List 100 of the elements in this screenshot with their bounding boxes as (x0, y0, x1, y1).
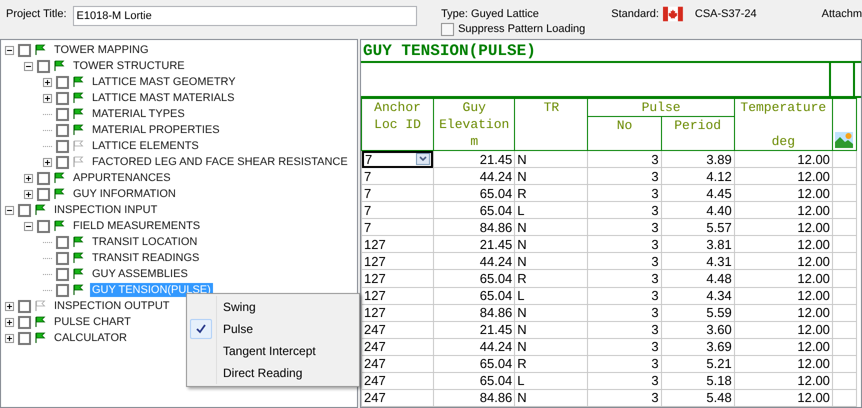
table-cell: 21.45 (434, 150, 515, 168)
tree-item[interactable]: INSPECTION INPUT (52, 203, 160, 217)
tree-checkbox[interactable] (56, 76, 69, 88)
tree-item[interactable]: INSPECTION OUTPUT (52, 299, 172, 313)
expand-icon[interactable] (43, 158, 52, 166)
tree-item[interactable]: LATTICE MAST GEOMETRY (90, 75, 238, 89)
table-cell: 3 (588, 252, 662, 270)
table-cell: 84.86 (434, 389, 515, 406)
tree-item[interactable]: MATERIAL TYPES (90, 107, 187, 121)
image-icon[interactable] (835, 132, 854, 148)
flag-icon (35, 44, 46, 56)
table-cell: 12.00 (734, 355, 832, 372)
table-cell: 5.57 (661, 218, 734, 236)
expand-icon[interactable] (24, 190, 33, 198)
expand-icon[interactable] (43, 78, 52, 86)
tree-item[interactable]: TOWER STRUCTURE (71, 59, 187, 73)
flag-icon (54, 60, 65, 72)
table-cell: 7 (362, 168, 434, 185)
tree-item[interactable]: TRANSIT LOCATION (90, 235, 200, 249)
table-cell: R (514, 355, 588, 372)
expand-icon[interactable] (5, 302, 14, 310)
table-cell: N (514, 389, 588, 406)
table-cell: 247 (362, 389, 434, 406)
menu-item[interactable]: Swing (216, 296, 357, 318)
table-cell: 12.00 (734, 202, 832, 219)
table-cell: 3 (588, 184, 662, 202)
tree-checkbox[interactable] (56, 108, 69, 120)
table-cell: 84.86 (434, 304, 515, 322)
tree-checkbox[interactable] (37, 188, 50, 200)
table-cell: 44.24 (434, 252, 515, 270)
table-cell: 3 (588, 304, 662, 322)
tree-item[interactable]: FACTORED LEG AND FACE SHEAR RESISTANCE (90, 155, 350, 169)
menu-item[interactable]: Tangent Intercept (216, 340, 357, 362)
table-cell: 3 (588, 372, 662, 390)
tree-item[interactable]: CALCULATOR (52, 331, 129, 345)
table-cell: 5.18 (661, 372, 734, 390)
tree-checkbox[interactable] (56, 236, 69, 248)
table-cell: 4.48 (661, 270, 734, 287)
tree-checkbox[interactable] (18, 316, 31, 328)
collapse-icon[interactable] (5, 46, 14, 54)
tree-item[interactable]: TRANSIT READINGS (90, 251, 202, 265)
tree-checkbox[interactable] (37, 172, 50, 184)
tree-checkbox[interactable] (56, 268, 69, 280)
tree-checkbox[interactable] (56, 92, 69, 104)
tree-checkbox[interactable] (56, 284, 69, 296)
tree-item[interactable]: LATTICE ELEMENTS (90, 139, 201, 153)
table-cell: 3 (588, 236, 662, 253)
tree-checkbox[interactable] (56, 252, 69, 264)
table-cell: 3 (588, 287, 662, 304)
expand-icon[interactable] (5, 318, 14, 326)
tree-item[interactable]: GUY INFORMATION (71, 187, 178, 201)
table-cell: 65.04 (434, 355, 515, 372)
chevron-down-icon[interactable] (416, 153, 430, 166)
tree-checkbox[interactable] (37, 60, 50, 72)
flag-icon (73, 156, 84, 168)
table-cell: 84.86 (434, 218, 515, 236)
table-cell: 65.04 (434, 202, 515, 219)
flag-icon (73, 140, 84, 152)
table-cell: 65.04 (434, 287, 515, 304)
tree-checkbox[interactable] (37, 220, 50, 232)
tree-checkbox[interactable] (56, 140, 69, 152)
tree-checkbox[interactable] (18, 204, 31, 216)
tree-item[interactable]: APPURTENANCES (71, 171, 173, 185)
tree-checkbox[interactable] (56, 124, 69, 136)
tree-item[interactable]: TOWER MAPPING (52, 43, 151, 57)
tree-checkbox[interactable] (56, 156, 69, 168)
flag-icon (54, 172, 65, 184)
table-cell: 4.12 (661, 168, 734, 185)
column-header: Temperature deg (734, 98, 832, 150)
project-title-field[interactable]: E1018-M Lortie (72, 6, 418, 26)
column-header: TR (514, 98, 588, 150)
tree-checkbox[interactable] (18, 332, 31, 344)
table-cell: 7 (362, 202, 434, 219)
tree-item[interactable]: MATERIAL PROPERTIES (90, 123, 222, 137)
table-cell: N (514, 168, 588, 185)
suppress-checkbox[interactable] (441, 22, 454, 36)
tree-item[interactable]: PULSE CHART (52, 315, 133, 329)
anchor-dropdown[interactable]: 7 (362, 150, 434, 168)
table-cell: 5.59 (661, 304, 734, 322)
table-cell: N (514, 252, 588, 270)
expand-icon[interactable] (5, 334, 14, 342)
grid-title: GUY TENSION(PULSE) (361, 40, 861, 63)
collapse-icon[interactable] (24, 222, 33, 230)
table-cell: 12.00 (734, 287, 832, 304)
tree-item[interactable]: LATTICE MAST MATERIALS (90, 91, 236, 105)
expand-icon[interactable] (24, 174, 33, 182)
collapse-icon[interactable] (24, 62, 33, 70)
tree-item[interactable]: FIELD MEASUREMENTS (71, 219, 202, 233)
collapse-icon[interactable] (5, 206, 14, 214)
table-cell: 21.45 (434, 321, 515, 338)
menu-item[interactable]: Direct Reading (216, 362, 357, 384)
expand-icon[interactable] (43, 94, 52, 102)
table-cell: L (514, 372, 588, 390)
attachment-label: Attachm (822, 7, 862, 22)
flag-icon (73, 124, 84, 136)
tree-item[interactable]: GUY ASSEMBLIES (90, 267, 190, 281)
flag-icon (73, 268, 84, 280)
tree-checkbox[interactable] (18, 300, 31, 312)
tree-checkbox[interactable] (18, 44, 31, 56)
menu-item[interactable]: Pulse (216, 318, 357, 340)
